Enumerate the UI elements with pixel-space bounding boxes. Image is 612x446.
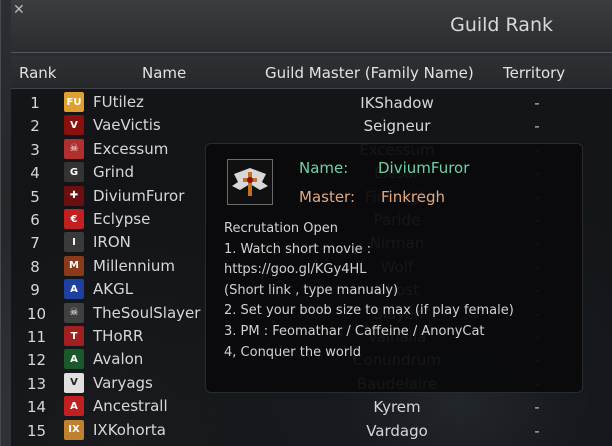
guild-info-tooltip: Name: DiviumFuror Master: Finkregh Recru…: [205, 143, 583, 393]
description-line: 1. Watch short movie :: [224, 241, 372, 257]
rank-cell: 1: [30, 94, 40, 112]
guild-emblem-icon: A: [64, 279, 84, 300]
guild-name-cell[interactable]: IRON: [93, 233, 131, 251]
description-line: Recrutation Open: [224, 221, 338, 236]
territory-cell: -: [534, 421, 540, 440]
rank-cell: 5: [30, 187, 40, 206]
rank-cell: 10: [27, 304, 47, 323]
guild-emblem-icon: FU: [64, 92, 84, 112]
guild-emblem-icon: €: [64, 209, 84, 229]
rank-cell: 3: [30, 140, 40, 159]
guild-name-cell[interactable]: AKGL: [93, 280, 133, 298]
table-row[interactable]: 14 A Ancestrall Kyrem -: [11, 395, 612, 418]
rank-cell: 7: [30, 234, 40, 253]
guild-emblem-icon: ☠: [64, 138, 84, 159]
table-row[interactable]: 2 V VaeVictis Seigneur -: [11, 114, 612, 137]
territory-cell: -: [534, 398, 540, 417]
rank-cell: 11: [27, 328, 47, 346]
guild-name-cell[interactable]: VaeVictis: [93, 116, 161, 134]
guild-emblem-icon: A: [64, 396, 84, 417]
guild-master-cell: Vardago: [366, 421, 428, 440]
guild-emblem-icon: [227, 159, 273, 205]
description-line: 4, Conquer the world: [224, 344, 362, 360]
guild-name-cell[interactable]: DiviumFuror: [93, 187, 184, 205]
territory-cell: -: [534, 117, 540, 136]
guild-name-cell[interactable]: Excessum: [93, 140, 168, 158]
title-bar[interactable]: ✕ Guild Rank: [11, 0, 612, 53]
guild-emblem-icon: ✚: [64, 185, 84, 206]
guild-name-cell[interactable]: THoRR: [93, 327, 143, 345]
window-title: Guild Rank: [450, 14, 553, 36]
guild-master-cell: IKShadow: [360, 94, 434, 112]
rank-cell: 8: [30, 257, 40, 276]
guild-description: Recrutation Open 1. Watch short movie : …: [224, 219, 574, 363]
guild-master-cell: Seigneur: [363, 117, 431, 136]
guild-name-cell[interactable]: Avalon: [93, 350, 143, 368]
table-header: Rank Name Guild Master (Family Name) Ter…: [11, 56, 612, 89]
rank-cell: 6: [30, 211, 40, 229]
description-line: (Short link , type manualy): [224, 282, 399, 298]
description-line: https://goo.gl/KGy4HL: [224, 262, 367, 278]
guild-name-cell[interactable]: FUtilez: [93, 93, 144, 111]
guild-emblem-icon: IX: [64, 419, 84, 440]
rank-cell: 12: [27, 351, 47, 370]
guild-name-cell[interactable]: Ancestrall: [93, 397, 168, 415]
rank-cell: 4: [30, 164, 40, 183]
guild-name-cell[interactable]: Grind: [93, 163, 134, 181]
territory-cell: -: [534, 94, 540, 112]
guild-name-cell[interactable]: Varyags: [93, 374, 153, 392]
name-label: Name:: [299, 159, 349, 177]
rank-cell: 2: [30, 117, 40, 136]
table-row[interactable]: 1 FU FUtilez IKShadow -: [11, 91, 612, 114]
guild-rank-window: ✕ Guild Rank Rank Name Guild Master (Fam…: [0, 0, 612, 446]
guild-name-cell[interactable]: Eclypse: [93, 210, 150, 228]
close-icon[interactable]: ✕: [13, 2, 29, 18]
guild-name-value: DiviumFuror: [378, 159, 470, 177]
guild-emblem-icon: T: [64, 326, 84, 346]
guild-name-cell[interactable]: Millennium: [93, 257, 175, 275]
guild-emblem-icon: A: [64, 349, 84, 370]
column-territory[interactable]: Territory: [503, 64, 565, 82]
column-name[interactable]: Name: [142, 64, 186, 82]
table-row[interactable]: 15 IX IXKohorta Vardago -: [11, 419, 612, 442]
column-rank[interactable]: Rank: [19, 64, 56, 82]
description-line: 2. Set your boob size to max (if play fe…: [224, 303, 514, 319]
description-line: 3. PM : Feomathar / Caffeine / AnonyCat: [224, 323, 485, 339]
master-label: Master:: [299, 188, 356, 206]
guild-emblem-icon: V: [64, 115, 84, 136]
rank-cell: 15: [27, 421, 47, 440]
guild-name-cell[interactable]: TheSoulSlayer: [93, 304, 200, 322]
column-guild-master[interactable]: Guild Master (Family Name): [265, 64, 474, 82]
guild-emblem-icon: G: [64, 162, 84, 183]
rank-cell: 13: [27, 374, 47, 393]
guild-master-cell: Kyrem: [373, 398, 421, 417]
guild-emblem-icon: M: [64, 255, 84, 276]
rank-cell: 14: [27, 398, 47, 417]
guild-emblem-icon: V: [64, 372, 84, 393]
guild-emblem-icon: I: [64, 232, 84, 253]
master-value: Finkregh: [381, 188, 445, 206]
rank-cell: 9: [30, 281, 40, 300]
guild-emblem-icon: ☠: [64, 302, 84, 323]
guild-name-cell[interactable]: IXKohorta: [93, 421, 166, 439]
